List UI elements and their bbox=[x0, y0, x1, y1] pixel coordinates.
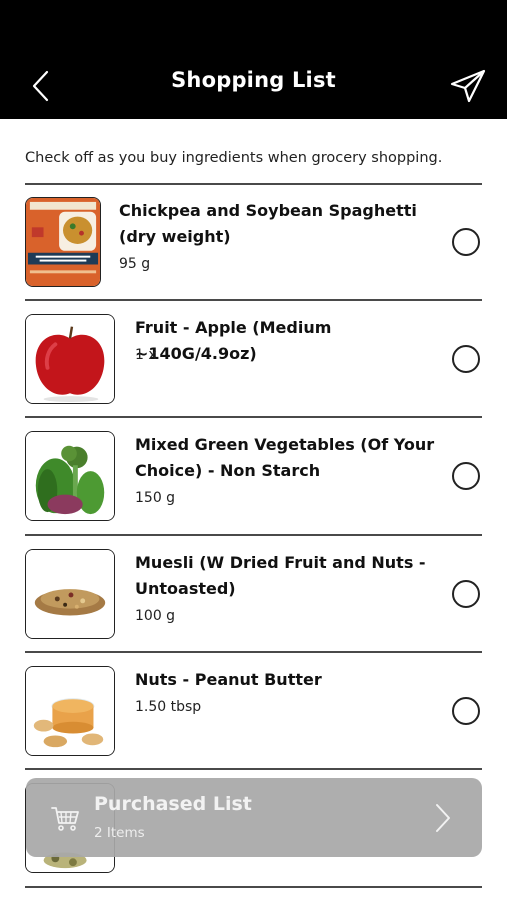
divider bbox=[25, 886, 482, 888]
item-checkbox[interactable] bbox=[452, 462, 480, 490]
item-name: Mixed Green Vegetables (Of Your Choice) … bbox=[135, 435, 435, 480]
item-quantity: 1 x bbox=[135, 347, 157, 363]
app-header: Shopping List bbox=[0, 0, 507, 119]
chevron-right-icon bbox=[432, 802, 454, 834]
item-quantity: 150 g bbox=[135, 490, 176, 506]
purchased-list-title: Purchased List bbox=[94, 793, 252, 815]
list-item: Nuts - Peanut Butter 1.50 tbsp bbox=[25, 653, 482, 768]
purchased-count: 2 Items bbox=[94, 825, 145, 841]
item-checkbox[interactable] bbox=[452, 345, 480, 373]
purchased-list-button[interactable]: Purchased List 2 Items bbox=[26, 778, 482, 857]
list-item: Muesli (W Dried Fruit and Nuts - Untoast… bbox=[25, 536, 482, 651]
item-quantity: 1.50 tbsp bbox=[135, 699, 202, 715]
item-name: Chickpea and Soybean Spaghetti (dry weig… bbox=[119, 201, 417, 246]
item-image-apple bbox=[25, 314, 115, 404]
list-item: Chickpea and Soybean Spaghetti (dry weig… bbox=[25, 184, 482, 299]
item-image-muesli bbox=[25, 549, 115, 639]
list-item: Mixed Green Vegetables (Of Your Choice) … bbox=[25, 418, 482, 533]
item-name: Muesli (W Dried Fruit and Nuts - Untoast… bbox=[135, 553, 426, 598]
item-image-greens bbox=[25, 431, 115, 521]
page-title: Shopping List bbox=[171, 68, 336, 92]
item-image-spaghetti bbox=[25, 197, 101, 287]
instructions-text: Check off as you buy ingredients when gr… bbox=[25, 150, 443, 166]
share-button[interactable] bbox=[448, 66, 488, 106]
item-quantity: 100 g bbox=[135, 608, 176, 624]
item-checkbox[interactable] bbox=[452, 228, 480, 256]
paper-plane-icon bbox=[450, 69, 486, 103]
item-name: Nuts - Peanut Butter bbox=[135, 670, 322, 689]
item-checkbox[interactable] bbox=[452, 697, 480, 725]
item-name: Fruit - Apple (Medium ~140G/4.9oz) bbox=[135, 318, 332, 363]
item-image-peanut-butter bbox=[25, 666, 115, 756]
item-quantity: 95 g bbox=[119, 256, 151, 272]
cart-icon bbox=[50, 803, 80, 833]
item-checkbox[interactable] bbox=[452, 580, 480, 608]
list-item: Fruit - Apple (Medium ~140G/4.9oz) 1 x bbox=[25, 301, 482, 416]
